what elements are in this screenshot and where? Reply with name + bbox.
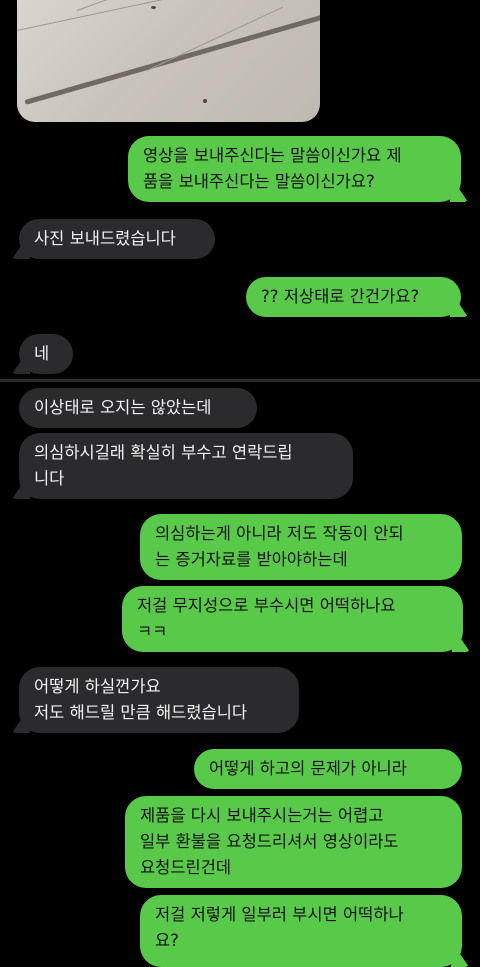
message-bubble[interactable]: 어떻게 하실껀가요 저도 해드릴 만큼 해드렸습니다 (19, 667, 299, 733)
photo-texture (146, 6, 284, 71)
message-bubble[interactable]: ?? 저상태로 간건가요? (246, 277, 461, 317)
message-bubble[interactable]: 영상을 보내주신다는 말씀이신가요 제 품을 보내주신다는 말씀이신가요? (128, 136, 461, 202)
message-bubble[interactable]: 네 (19, 334, 73, 374)
message-text: 어떻게 하실껀가요 (34, 677, 161, 696)
message-text: 요? (155, 931, 179, 950)
message-text: ?? 저상태로 간건가요? (261, 287, 420, 306)
message-text: 저걸 무지성으로 부수시면 어떡하나요 (137, 596, 396, 615)
message-text: 니다 (34, 469, 65, 488)
message-bubble[interactable]: 제품을 다시 보내주시는거는 어렵고 일부 환불을 요청드리셔서 영상이라도 요… (125, 796, 462, 888)
photo-speck (151, 6, 156, 9)
message-text: 요청드린건데 (140, 858, 232, 877)
message-bubble[interactable]: 사진 보내드렸습니다 (19, 219, 215, 259)
message-bubble[interactable]: 어떻게 하고의 문제가 아니라 (194, 749, 462, 789)
photo-attachment[interactable] (17, 0, 320, 122)
message-bubble[interactable]: 저걸 무지성으로 부수시면 어떡하나요 ㅋㅋ (122, 586, 463, 652)
message-bubble[interactable]: 저걸 저렇게 일부러 부시면 어떡하나 요? (140, 895, 462, 967)
photo-texture (17, 0, 213, 31)
message-text: 는 증거자료를 받아야하는데 (155, 550, 348, 569)
message-text: 영상을 보내주신다는 말씀이신가요 제 (143, 146, 402, 165)
message-text: 일부 환불을 요청드리셔서 영상이라도 (140, 832, 399, 851)
photo-speck (203, 99, 207, 103)
message-text: 이상태로 오지는 않았는데 (34, 398, 212, 417)
message-text: 저걸 저렇게 일부러 부시면 어떡하나 (155, 905, 404, 924)
message-text: ㅋㅋ (137, 622, 168, 641)
message-text: 저도 해드릴 만큼 해드렸습니다 (34, 703, 248, 722)
message-bubble[interactable]: 의심하는게 아니라 저도 작동이 안되 는 증거자료를 받아야하는데 (140, 514, 462, 580)
message-text: 품을 보내주신다는 말씀이신가요? (143, 172, 375, 191)
message-text: 어떻게 하고의 문제가 아니라 (209, 759, 407, 778)
message-text: 사진 보내드렸습니다 (34, 229, 176, 248)
message-bubble[interactable]: 이상태로 오지는 않았는데 (19, 388, 257, 428)
screenshot-seam (0, 379, 480, 382)
message-text: 네 (34, 344, 50, 363)
message-text: 의심하시길래 확실히 부수고 연락드립 (34, 443, 293, 462)
message-text: 제품을 다시 보내주시는거는 어렵고 (140, 806, 384, 825)
message-bubble[interactable]: 의심하시길래 확실히 부수고 연락드립 니다 (19, 433, 353, 499)
message-text: 의심하는게 아니라 저도 작동이 안되 (155, 524, 404, 543)
